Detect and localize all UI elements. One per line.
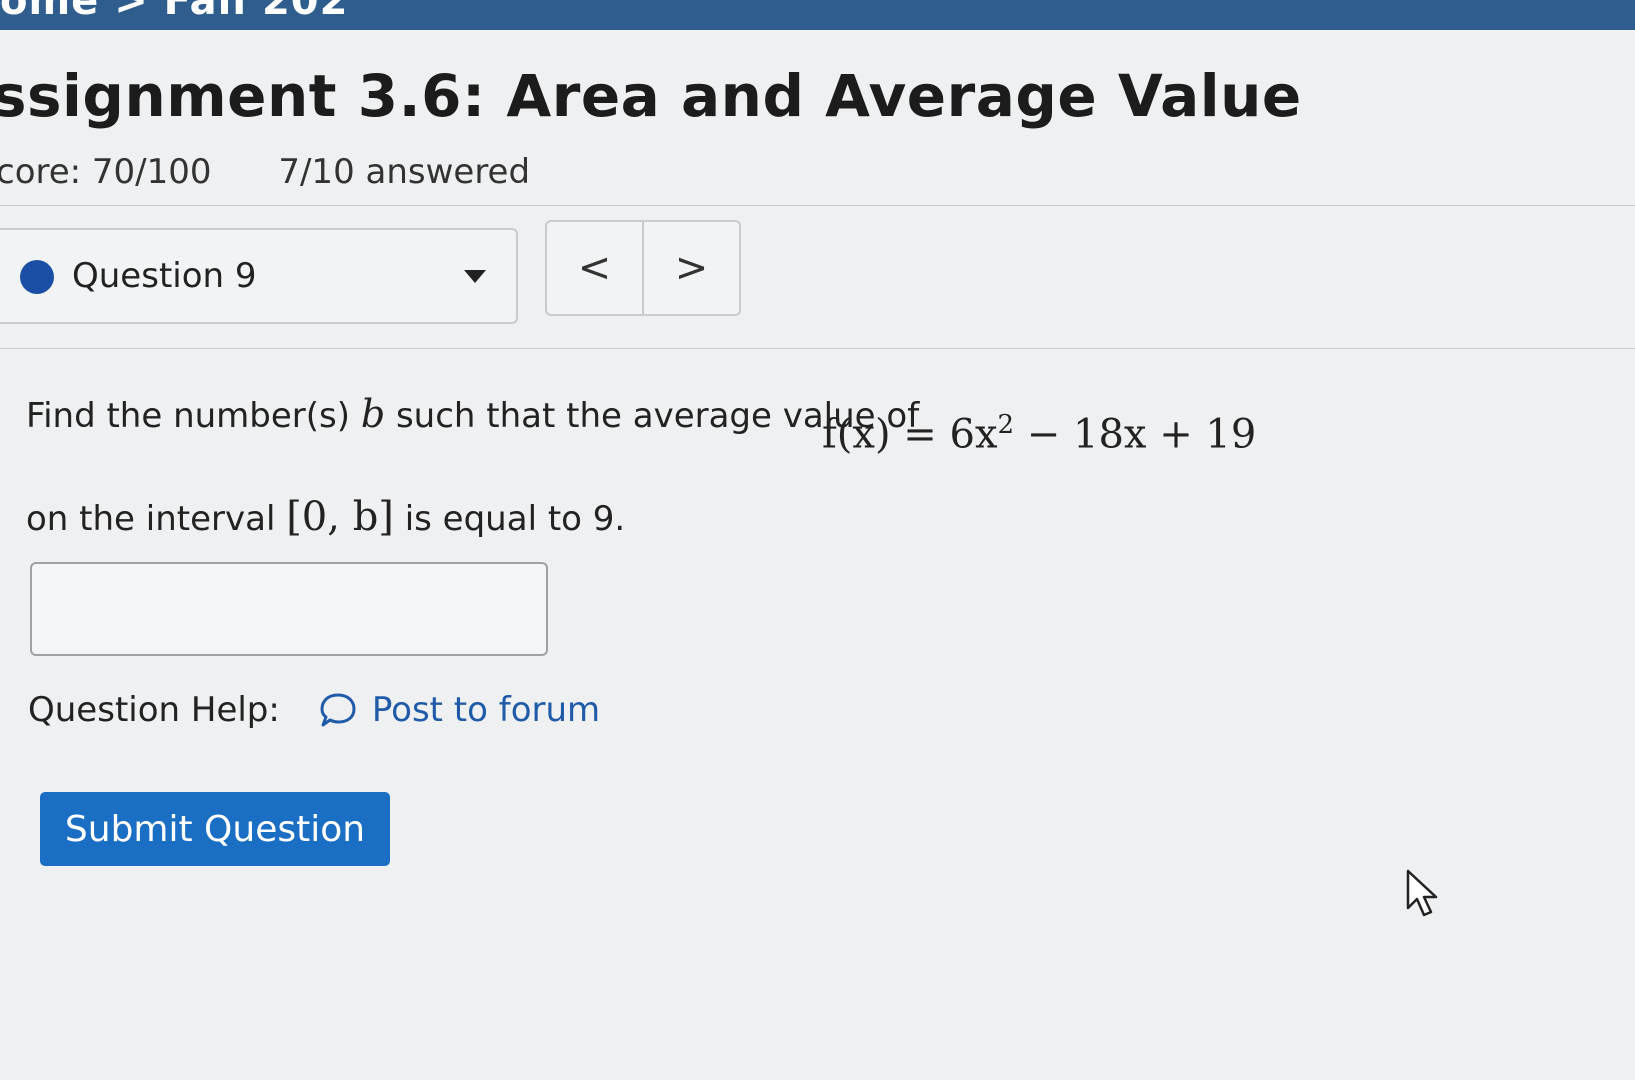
chat-bubble-icon[interactable] xyxy=(318,690,358,730)
answered-count: 7/10 answered xyxy=(278,152,531,192)
question-nav-group: < > xyxy=(545,220,741,316)
breadcrumb[interactable]: ome > Fall 202 xyxy=(0,0,348,24)
answer-input[interactable] xyxy=(30,562,548,656)
caret-down-icon xyxy=(464,270,486,283)
question-help: Question Help: Post to forum xyxy=(28,690,600,730)
question-selector-label: Question 9 xyxy=(72,256,257,296)
interval-text: is equal to 9. xyxy=(393,499,626,539)
next-question-button[interactable]: > xyxy=(642,222,739,314)
function-formula: f(x) = 6x2 − 18x + 19 xyxy=(822,410,1256,457)
divider xyxy=(0,205,1635,206)
post-to-forum-link[interactable]: Post to forum xyxy=(372,690,600,730)
interval-text: on the interval xyxy=(26,499,287,539)
question-prompt: Find the number(s) b such that the avera… xyxy=(26,392,919,436)
prompt-text: Find the number(s) xyxy=(26,396,361,436)
page-title: ssignment 3.6: Area and Average Value xyxy=(0,62,1302,130)
submit-question-button[interactable]: Submit Question xyxy=(40,792,390,866)
interval-math: [0, b] xyxy=(286,494,394,540)
divider xyxy=(0,348,1635,349)
formula-lhs: f(x) = 6x xyxy=(822,411,998,458)
interval-statement: on the interval [0, b] is equal to 9. xyxy=(26,494,625,540)
score-text: core: 70/100 xyxy=(0,152,212,192)
question-help-label: Question Help: xyxy=(28,690,280,730)
status-dot-icon xyxy=(20,260,54,294)
top-nav-bar: ome > Fall 202 xyxy=(0,0,1635,30)
previous-question-button[interactable]: < xyxy=(547,222,642,314)
score-summary: core: 70/100 7/10 answered xyxy=(0,152,530,192)
question-selector-dropdown[interactable]: Question 9 xyxy=(0,228,518,324)
formula-exponent: 2 xyxy=(997,410,1015,440)
variable-b: b xyxy=(360,392,386,436)
mouse-pointer-icon xyxy=(1406,869,1438,917)
formula-rhs: − 18x + 19 xyxy=(1014,411,1257,458)
